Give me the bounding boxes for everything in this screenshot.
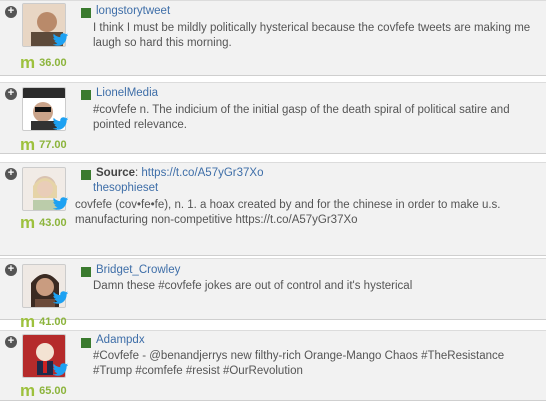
twitter-bird-icon — [52, 117, 69, 130]
score: m 65.00 — [20, 381, 67, 401]
status-marker — [81, 90, 91, 100]
m-icon: m — [20, 381, 36, 400]
expand-icon[interactable]: + — [5, 6, 17, 18]
score-value: 43.00 — [39, 217, 67, 229]
twitter-bird-icon — [52, 197, 69, 210]
score: m 41.00 — [20, 312, 67, 332]
tweet-text: #Covfefe - @benandjerrys new filthy-rich… — [93, 350, 505, 377]
source-link[interactable]: https://t.co/A57yGr37Xo — [141, 167, 263, 179]
m-icon: m — [20, 135, 36, 154]
m-icon: m — [20, 53, 36, 72]
user-handle[interactable]: thesophieset — [93, 182, 158, 194]
score-value: 65.00 — [39, 385, 67, 397]
status-marker — [81, 8, 91, 18]
user-handle[interactable]: longstorytweet — [96, 5, 170, 17]
expand-icon[interactable]: + — [5, 88, 17, 100]
tweet-text: I think I must be mildly politically hys… — [93, 22, 531, 49]
tweet-text: #covfefe n. The indicium of the initial … — [93, 104, 510, 131]
m-icon: m — [20, 312, 36, 331]
tweet-card: + m 36.00 longstorytweet I think I must b… — [0, 0, 546, 76]
user-handle[interactable]: LionelMedia — [96, 87, 158, 99]
tweet-feed: + m 36.00 longstorytweet I think I must b… — [0, 0, 546, 401]
twitter-bird-icon — [52, 291, 69, 304]
m-icon: m — [20, 213, 36, 232]
tweet-card: + m 43.00 Source: https://t.co/A57yGr37Xo… — [0, 162, 546, 256]
user-handle[interactable]: Adampdx — [96, 334, 145, 346]
source-line: Source: https://t.co/A57yGr37Xo — [96, 167, 264, 179]
expand-icon[interactable]: + — [5, 264, 17, 276]
tweet-card: + m 65.00 Adampdx #Covfefe - @benandjerry… — [0, 330, 546, 401]
score-value: 41.00 — [39, 316, 67, 328]
status-marker — [81, 170, 91, 180]
twitter-bird-icon — [52, 363, 69, 376]
source-label: Source — [96, 167, 135, 179]
score: m 43.00 — [20, 213, 67, 233]
score: m 36.00 — [20, 53, 67, 73]
tweet-text: Damn these #covfefe jokes are out of con… — [93, 280, 413, 292]
user-handle[interactable]: Bridget_Crowley — [96, 264, 180, 276]
expand-icon[interactable]: + — [5, 336, 17, 348]
score: m 77.00 — [20, 135, 67, 155]
tweet-text: covfefe (cov•fe•fe), n. 1. a hoax create… — [75, 199, 501, 226]
score-value: 77.00 — [39, 139, 67, 151]
tweet-card: + m 41.00 Bridget_Crowley Damn these #cov… — [0, 258, 546, 331]
twitter-bird-icon — [52, 33, 69, 46]
status-marker — [81, 267, 91, 277]
expand-icon[interactable]: + — [5, 168, 17, 180]
score-value: 36.00 — [39, 57, 67, 69]
tweet-card: + m 77.00 LionelMedia #covfefe n. The ind… — [0, 82, 546, 154]
status-marker — [81, 338, 91, 348]
